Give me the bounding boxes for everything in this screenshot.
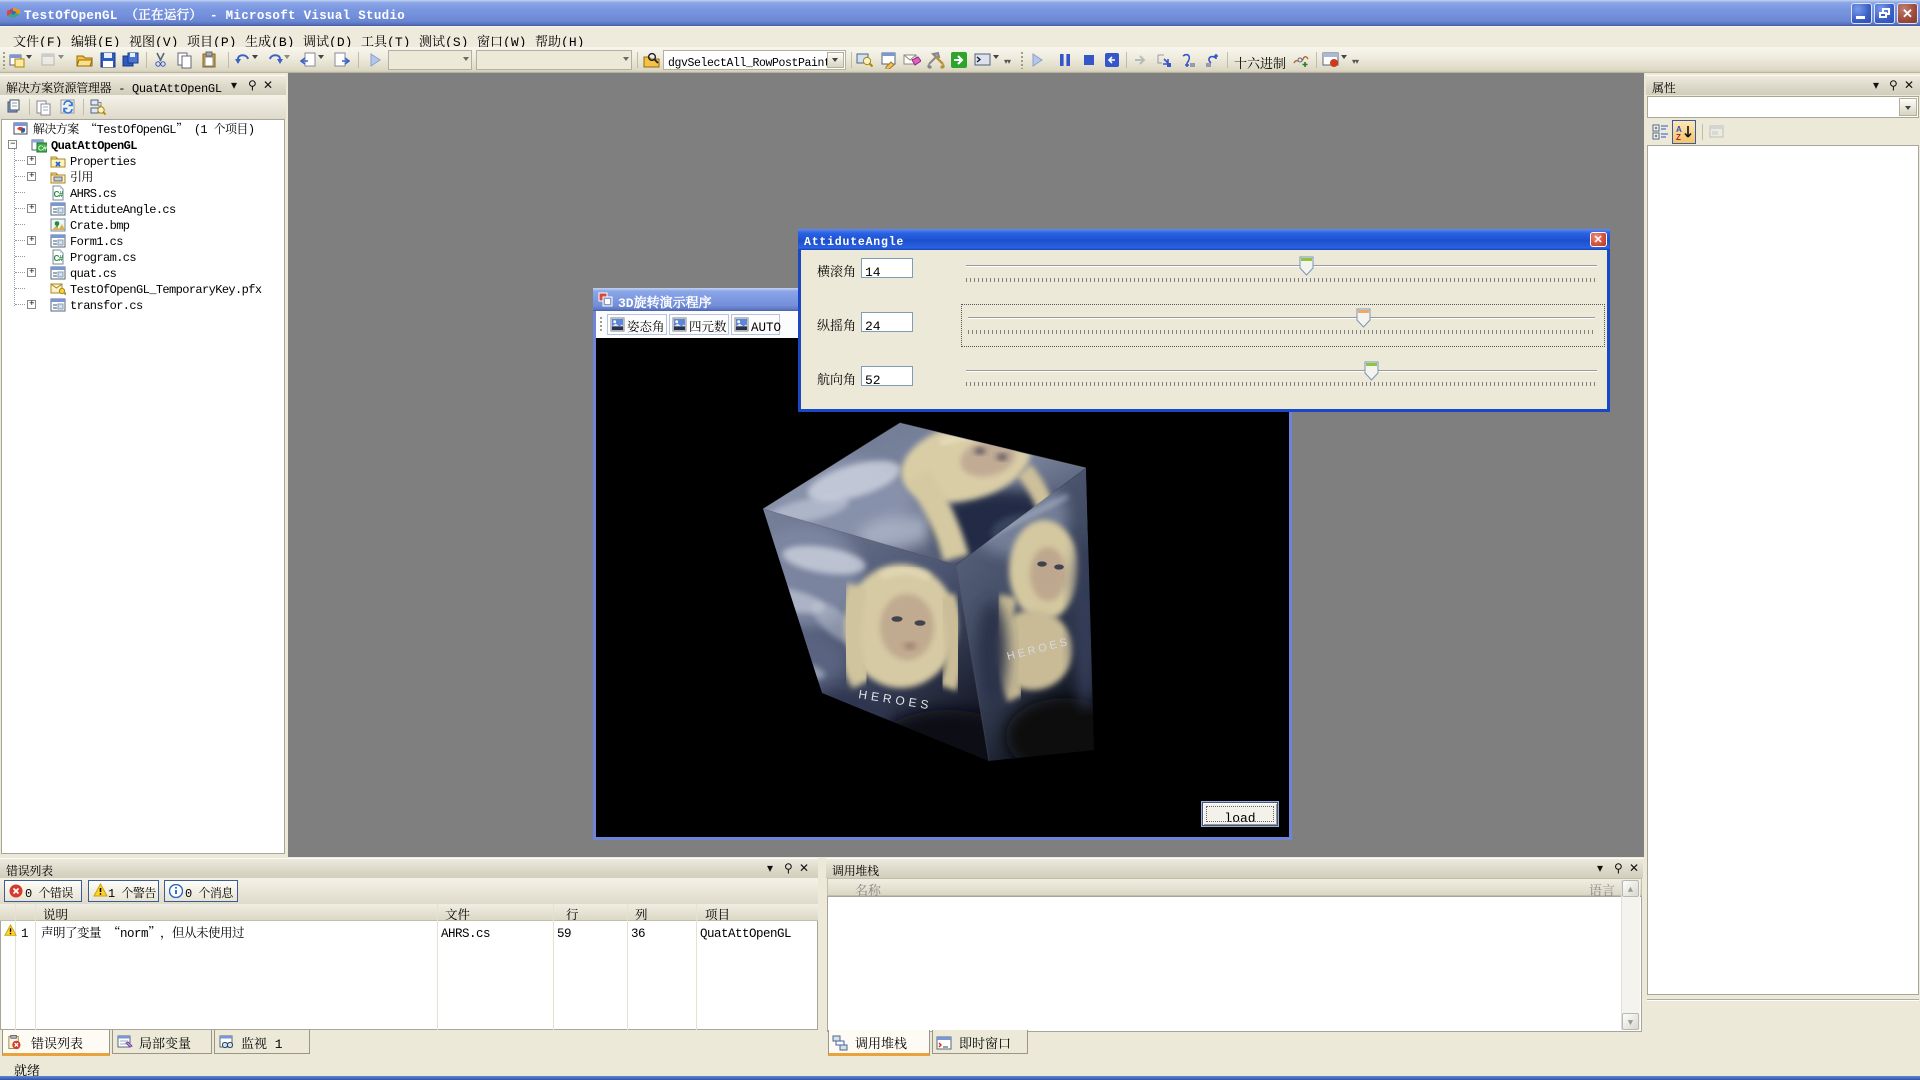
svg-text:C#: C#: [54, 254, 64, 263]
svg-text:Z: Z: [1676, 133, 1681, 142]
svg-text:C#: C#: [54, 190, 64, 199]
svg-text:C#: C#: [38, 144, 47, 153]
